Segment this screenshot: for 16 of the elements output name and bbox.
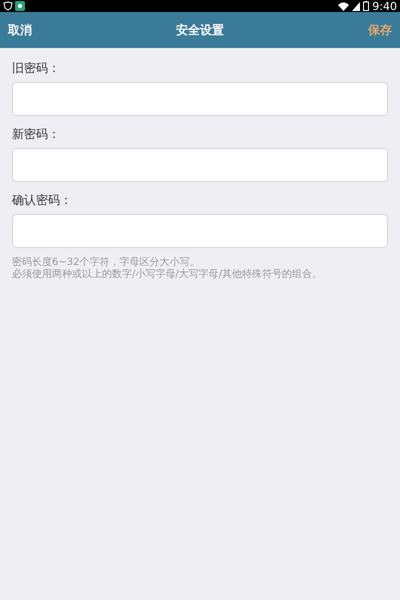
app-icon (15, 1, 25, 11)
hint-text: 必须使用两种或以上的数字/小写字母/大写字母/其他特殊符号的组合。 (12, 269, 324, 281)
signal-icon (352, 2, 360, 10)
field-label: 新密码： (12, 126, 61, 143)
battery-icon (363, 1, 370, 11)
hint-text: 密码长度6~32个字符，字母区分大小写。 (12, 257, 200, 268)
page-title: 安全设置 (176, 22, 224, 39)
clock: 9:40 (372, 0, 397, 12)
password-field[interactable] (12, 82, 388, 116)
cancel-button[interactable]: 取消 (8, 21, 32, 39)
password-field[interactable] (12, 214, 388, 248)
wifi-icon (338, 2, 350, 10)
shield-icon (3, 1, 13, 11)
field-label: 确认密码： (12, 192, 73, 209)
field-label: 旧密码： (12, 60, 61, 77)
password-field[interactable] (12, 148, 388, 182)
